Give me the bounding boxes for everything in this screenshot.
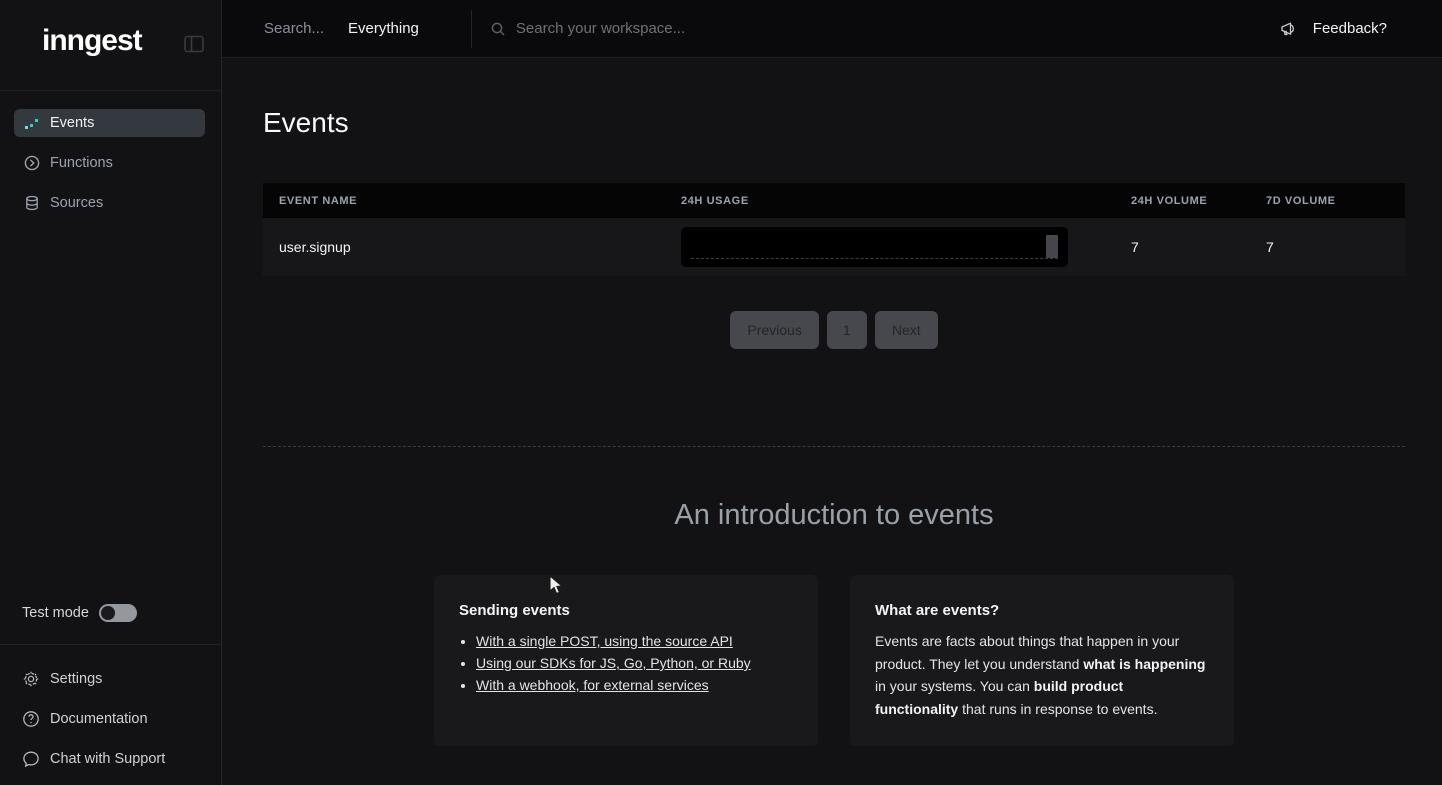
intro-heading: An introduction to events [263, 499, 1405, 532]
app-root: inngest Events [0, 0, 1442, 785]
list-item: With a webhook, for external services [476, 674, 793, 696]
col-event-name: EVENT NAME [263, 195, 681, 207]
volume-7d-cell: 7 [1266, 239, 1405, 255]
sidebar-item-label: Chat with Support [50, 751, 165, 767]
search-icon [490, 21, 506, 37]
sending-events-links: With a single POST, using the source API… [459, 630, 793, 696]
sidebar-item-events[interactable]: Events [14, 109, 205, 137]
previous-page-button[interactable]: Previous [730, 311, 818, 349]
what-are-events-card: What are events? Events are facts about … [850, 575, 1234, 746]
sidebar-item-label: Documentation [50, 711, 148, 727]
sidebar-item-sources[interactable]: Sources [14, 189, 205, 217]
col-24h-usage: 24H USAGE [681, 195, 1131, 207]
table-row[interactable]: user.signup 7 7 [263, 218, 1405, 276]
workspace-search-input[interactable] [516, 20, 836, 37]
workspace-search [490, 20, 836, 37]
sidebar-item-documentation[interactable]: Documentation [0, 699, 221, 739]
circle-chevron-icon [24, 155, 40, 171]
events-table: EVENT NAME 24H USAGE 24H VOLUME 7D VOLUM… [263, 183, 1405, 276]
rising-dots-icon [24, 115, 40, 131]
test-mode-row: Test mode [0, 604, 221, 622]
test-mode-toggle[interactable] [99, 604, 137, 622]
topbar-divider [471, 10, 472, 48]
volume-24h-cell: 7 [1131, 239, 1266, 255]
topbar: Search... Everything [222, 0, 1442, 58]
inngest-logo: inngest [42, 24, 142, 58]
sparkline-baseline [691, 258, 1058, 259]
pagination: Previous 1 Next [263, 311, 1405, 349]
page-title: Events [263, 107, 1442, 139]
gear-icon [22, 670, 40, 688]
sidebar-item-label: Sources [50, 195, 103, 211]
sidebar-item-label: Events [50, 115, 94, 131]
usage-sparkline-cell [681, 227, 1131, 267]
question-circle-icon [22, 710, 40, 728]
sidebar-item-chat-support[interactable]: Chat with Support [0, 739, 221, 779]
logo-row: inngest [0, 0, 221, 91]
link-source-api[interactable]: With a single POST, using the source API [476, 633, 733, 649]
sending-events-card: Sending events With a single POST, using… [434, 575, 818, 746]
feedback-link[interactable]: Feedback? [1313, 20, 1387, 37]
link-webhook[interactable]: With a webhook, for external services [476, 677, 709, 693]
sidebar-item-label: Functions [50, 155, 113, 171]
intro-cards: Sending events With a single POST, using… [263, 575, 1405, 746]
sidebar-footer: Settings Documentation [0, 644, 221, 785]
sidebar-bottom: Test mode Settings [0, 604, 221, 785]
test-mode-label: Test mode [22, 605, 89, 621]
sidebar-item-functions[interactable]: Functions [14, 149, 205, 177]
megaphone-icon[interactable] [1279, 20, 1297, 38]
search-scope-everything[interactable]: Everything [348, 20, 419, 37]
list-item: With a single POST, using the source API [476, 630, 793, 652]
topbar-right: Feedback? [1279, 20, 1442, 38]
sparkline-bars [691, 231, 1058, 258]
quick-search-label[interactable]: Search... [264, 20, 324, 37]
list-item: Using our SDKs for JS, Go, Python, or Ru… [476, 652, 793, 674]
event-name-cell[interactable]: user.signup [263, 239, 681, 255]
main-column: Search... Everything [222, 0, 1442, 785]
card-title: Sending events [459, 602, 793, 619]
link-sdks[interactable]: Using our SDKs for JS, Go, Python, or Ru… [476, 655, 751, 671]
next-page-button[interactable]: Next [875, 311, 938, 349]
sidebar-nav: Events Functions [0, 109, 221, 229]
sidebar-item-label: Settings [50, 671, 102, 687]
sidebar-item-settings[interactable]: Settings [0, 659, 221, 699]
page-number-button[interactable]: 1 [827, 311, 867, 349]
col-24h-volume: 24H VOLUME [1131, 195, 1266, 207]
sidebar-collapse-icon[interactable] [182, 32, 206, 56]
sidebar: inngest Events [0, 0, 222, 785]
toggle-knob [101, 606, 115, 620]
table-header-row: EVENT NAME 24H USAGE 24H VOLUME 7D VOLUM… [263, 183, 1405, 218]
chat-bubble-icon [22, 750, 40, 768]
card-title: What are events? [875, 602, 1209, 619]
card-paragraph: Events are facts about things that happe… [875, 630, 1209, 720]
content: Events EVENT NAME 24H USAGE 24H VOLUME 7… [222, 58, 1442, 746]
section-divider [263, 446, 1405, 447]
col-7d-volume: 7D VOLUME [1266, 195, 1405, 207]
database-icon [24, 195, 40, 211]
usage-sparkline-chart [681, 227, 1068, 267]
